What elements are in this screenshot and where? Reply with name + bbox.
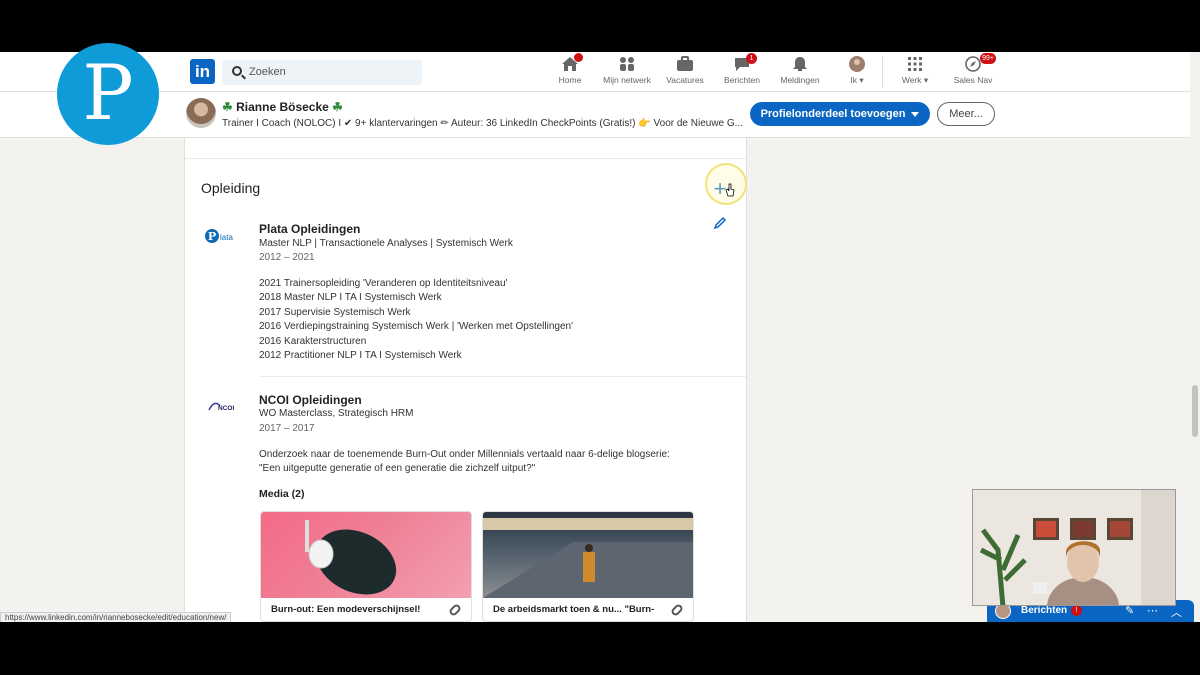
school-name[interactable]: Plata Opleidingen <box>259 222 360 236</box>
messaging-badge: 1 <box>746 53 757 64</box>
media-title: Media (2) <box>259 488 305 500</box>
messaging-alert-badge: ! <box>1071 605 1082 616</box>
nav-notifications[interactable]: Meldingen <box>768 56 832 85</box>
section-divider <box>185 158 746 159</box>
nav-home-label: Home <box>558 75 582 85</box>
chevron-up-icon[interactable]: ︿ <box>1171 604 1182 620</box>
search-placeholder: Zoeken <box>249 66 286 78</box>
bell-icon <box>791 56 809 72</box>
nav-jobs-label: Vacatures <box>666 75 704 85</box>
nav-home[interactable]: Home <box>538 53 602 85</box>
dates: 2017 – 2017 <box>259 423 315 434</box>
network-icon <box>618 56 636 72</box>
nav-sales-nav-label: Sales Nav <box>953 75 993 85</box>
nav-network-label: Mijn netwerk <box>603 75 651 85</box>
description-line: 2021 Trainersopleiding 'Veranderen op Id… <box>259 278 508 289</box>
svg-text:NCOI: NCOI <box>218 405 234 412</box>
webcam-video <box>973 490 1175 605</box>
nav-network[interactable]: Mijn netwerk <box>595 56 659 85</box>
nav-sales-nav[interactable]: 99+ Sales Nav <box>941 53 1005 85</box>
education-section: Opleiding + Plata Plata Opleidingen Mast… <box>184 138 747 622</box>
description-line: "Een uitgeputte generatie of een generat… <box>259 463 536 474</box>
section-title: Opleiding <box>201 180 261 196</box>
chevron-down-icon <box>911 111 920 117</box>
messaging-icon: 1 <box>733 53 757 72</box>
compass-icon: 99+ <box>964 53 996 72</box>
plata-logo[interactable]: Plata <box>205 226 237 258</box>
degree: Master NLP | Transactionele Analyses | S… <box>259 238 513 249</box>
nav-notifications-label: Meldingen <box>780 75 820 85</box>
webcam-overlay <box>972 489 1176 606</box>
media-card[interactable]: Burn-out: Een modeverschijnsel! <box>260 511 472 622</box>
top-navigation: in Zoeken Home Mijn netwerk Vacatures 1 … <box>0 52 1200 92</box>
description-line: 2017 Supervisie Systemisch Werk <box>259 307 411 318</box>
profile-headline: Trainer I Coach (NOLOC) I ✔ 9+ klanterva… <box>222 118 744 129</box>
clover-icon: ☘ <box>332 100 343 114</box>
avatar-icon <box>848 56 866 72</box>
nav-work[interactable]: Werk ▾ <box>883 56 947 86</box>
profile-avatar[interactable] <box>186 98 216 128</box>
dates: 2012 – 2021 <box>259 252 315 263</box>
linkedin-logo[interactable]: in <box>190 59 215 84</box>
profile-sticky-header: ☘ Rianne Bösecke ☘ Trainer I Coach (NOLO… <box>0 92 1200 138</box>
add-profile-section-button[interactable]: Profielonderdeel toevoegen <box>750 102 930 126</box>
edit-pencil-icon[interactable] <box>713 216 727 230</box>
nav-messaging-label: Berichten <box>724 75 760 85</box>
media-thumbnail <box>483 512 693 598</box>
status-bar-url: https://www.linkedin.com/in/rianneboseck… <box>0 612 232 622</box>
briefcase-icon <box>676 56 694 72</box>
svg-text:P: P <box>208 230 216 243</box>
media-caption: Burn-out: Een modeverschijnsel! <box>271 604 421 615</box>
nav-me[interactable]: Ik ▾ <box>825 56 889 86</box>
nav-me-label: Ik ▾ <box>850 75 864 85</box>
home-badge <box>574 53 583 62</box>
description-line: Onderzoek naar de toenemende Burn-Out on… <box>259 449 670 460</box>
ncoi-logo[interactable]: NCOI <box>207 398 239 430</box>
nav-work-label: Werk ▾ <box>901 75 929 85</box>
profile-name: ☘ Rianne Bösecke ☘ <box>222 100 343 114</box>
media-card[interactable]: De arbeidsmarkt toen & nu... "Burn- <box>482 511 694 622</box>
link-icon <box>669 602 685 618</box>
home-icon <box>561 53 583 72</box>
degree: WO Masterclass, Strategisch HRM <box>259 408 414 419</box>
clover-icon: ☘ <box>222 100 233 114</box>
link-icon <box>447 602 463 618</box>
description-line: 2016 Karakterstructuren <box>259 336 367 347</box>
messaging-label: Berichten <box>1021 605 1068 616</box>
scrollbar[interactable] <box>1190 52 1200 622</box>
school-name[interactable]: NCOI Opleidingen <box>259 393 362 407</box>
presenter-logo: P <box>57 43 159 145</box>
grid-icon <box>906 56 924 72</box>
scrollbar-thumb[interactable] <box>1192 385 1198 437</box>
hand-cursor-icon <box>725 183 735 197</box>
svg-text:lata: lata <box>220 233 233 242</box>
search-input[interactable]: Zoeken <box>222 60 422 85</box>
more-button[interactable]: Meer... <box>937 102 995 126</box>
description-line: 2016 Verdiepingstraining Systemisch Werk… <box>259 321 573 332</box>
nav-messaging[interactable]: 1 Berichten <box>710 53 774 85</box>
sales-nav-badge: 99+ <box>980 53 996 64</box>
media-thumbnail <box>261 512 471 598</box>
description-line: 2018 Master NLP I TA I Systemisch Werk <box>259 292 442 303</box>
entry-divider <box>259 376 746 377</box>
nav-jobs[interactable]: Vacatures <box>653 56 717 85</box>
description-line: 2012 Practitioner NLP I TA I Systemisch … <box>259 350 462 361</box>
media-caption: De arbeidsmarkt toen & nu... "Burn- <box>493 604 655 615</box>
search-icon <box>232 66 242 76</box>
